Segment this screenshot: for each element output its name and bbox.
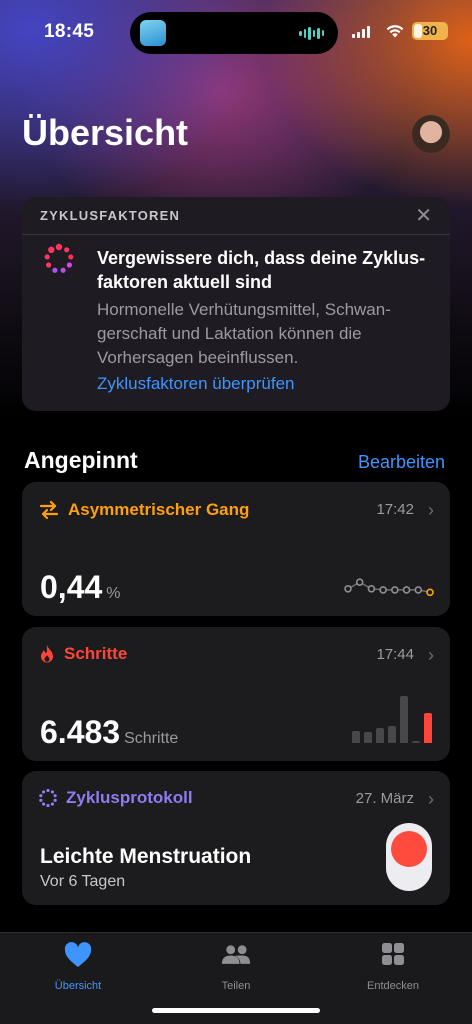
cycle-icon-dot (53, 794, 57, 798)
cycle-dot (46, 262, 52, 268)
tab-label: Teilen (221, 980, 251, 992)
sparkline-point (355, 578, 364, 586)
status-time: 18:45 (44, 21, 95, 42)
tab-label: Übersicht (54, 980, 102, 992)
audio-wave-icon (299, 26, 324, 40)
people-icon (221, 945, 251, 964)
cycle-dot (52, 267, 58, 273)
review-cycle-factors-link[interactable]: Zyklusfaktoren überprüfen (97, 374, 295, 394)
chevron-right-icon: › (428, 645, 434, 665)
tile-title: Schritte (38, 644, 127, 664)
value-unit: Schritte (124, 730, 179, 747)
value-number: 6.483 (40, 714, 121, 750)
cycle-status-date: Vor 6 Tagen (40, 873, 126, 890)
cycle-dot (68, 254, 74, 260)
status-bar: 18:45 30 (0, 0, 472, 64)
tile-value: 0,44 % (40, 569, 121, 606)
steps-bar (376, 728, 384, 743)
battery-indicator: 30 (412, 22, 448, 40)
cycle-factors-heading: Vergewissere dich, dass deine Zyklus-fak… (97, 248, 426, 292)
flow-dot (391, 831, 427, 867)
cycle-icon (39, 788, 57, 808)
cycle-status: Leichte Menstruation (40, 845, 252, 868)
grid-icon (382, 943, 404, 965)
tab-label: Entdecken (367, 980, 419, 992)
cycle-factors-header: ZYKLUSFAKTOREN ✕ (22, 197, 450, 235)
sparkline-point (426, 588, 434, 597)
tile-asymmetric-gait[interactable]: Asymmetrischer Gang 17:42 › 0,44 % (22, 482, 450, 616)
steps-bar (364, 732, 372, 743)
cycle-icon-dot (46, 803, 50, 808)
steps-bar (388, 725, 396, 743)
profile-avatar[interactable] (412, 115, 450, 153)
cellular-signal-icon (352, 26, 370, 38)
cycle-dot (64, 247, 70, 253)
tile-title-text: Zyklusprotokoll (66, 788, 193, 807)
sparkline-point (391, 586, 399, 594)
tab-summary[interactable]: Übersicht (18, 941, 138, 992)
sparkline-point (344, 585, 352, 593)
tile-cycle-log[interactable]: Zyklusprotokoll 27. März › Leichte Menst… (22, 771, 450, 905)
sparkline-point (402, 586, 411, 594)
steps-bar (424, 713, 432, 743)
value-unit: % (106, 585, 121, 602)
steps-bar (352, 730, 360, 743)
page-title: Übersicht (22, 112, 189, 153)
tile-value: 6.483 Schritte (40, 714, 178, 751)
cycle-dot (48, 246, 55, 254)
tile-title-text: Schritte (64, 644, 128, 663)
close-icon[interactable]: ✕ (415, 206, 432, 226)
tab-sharing[interactable]: Teilen (176, 941, 296, 992)
cycle-icon-dot (39, 794, 43, 798)
heart-icon (64, 942, 92, 967)
cycle-dots-icon (44, 243, 74, 273)
steps-bar (412, 740, 420, 743)
cycle-dot (66, 262, 72, 268)
chevron-right-icon: › (428, 500, 434, 520)
steps-bar (400, 695, 408, 743)
cycle-dot (60, 267, 66, 273)
cycle-icon-dot (39, 798, 43, 802)
gait-trend-sparkline (344, 578, 434, 597)
cycle-dot (44, 254, 50, 260)
wifi-icon (386, 25, 404, 38)
tile-title: Zyklusprotokoll (38, 788, 193, 808)
tile-time: 17:44 (376, 646, 414, 663)
dynamic-island[interactable] (130, 12, 338, 54)
cycle-icon-dot (41, 790, 46, 794)
cycle-icon-dot (41, 802, 46, 806)
tab-browse[interactable]: Entdecken (333, 941, 453, 992)
cycle-icon-dot (46, 788, 50, 793)
tile-time: 27. März (355, 790, 414, 807)
value-number: 0,44 (40, 569, 103, 605)
tile-time: 17:42 (376, 501, 414, 518)
pinned-section-title: Angepinnt (24, 447, 138, 473)
cycle-dot (55, 243, 63, 251)
cycle-icon-dot (50, 802, 55, 806)
sparkline-point (379, 586, 387, 594)
cycle-factors-body: Hormonelle Verhütungsmittel, Schwan-gers… (97, 300, 391, 367)
menstruation-flow-indicator (386, 823, 432, 891)
tile-title-text: Asymmetrischer Gang (68, 500, 250, 519)
cycle-factors-card: ZYKLUSFAKTOREN ✕ Vergewissere dich, dass… (22, 197, 450, 411)
tile-steps[interactable]: Schritte 17:44 › 6.483 Schritte (22, 627, 450, 761)
edit-pinned-button[interactable]: Bearbeiten (358, 452, 445, 473)
cycle-icon-dot (50, 790, 55, 794)
flame-icon (41, 645, 53, 663)
sparkline-point (414, 586, 423, 594)
arrows-icon (39, 500, 59, 520)
cycle-icon-dot (53, 798, 57, 802)
home-indicator (152, 1008, 320, 1013)
app-thumbnail-icon (140, 20, 166, 46)
steps-mini-chart (352, 693, 432, 743)
chevron-right-icon: › (428, 789, 434, 809)
tile-title: Asymmetrischer Gang (38, 499, 249, 521)
cycle-factors-label: ZYKLUSFAKTOREN (40, 208, 181, 223)
sparkline-point (367, 585, 376, 593)
